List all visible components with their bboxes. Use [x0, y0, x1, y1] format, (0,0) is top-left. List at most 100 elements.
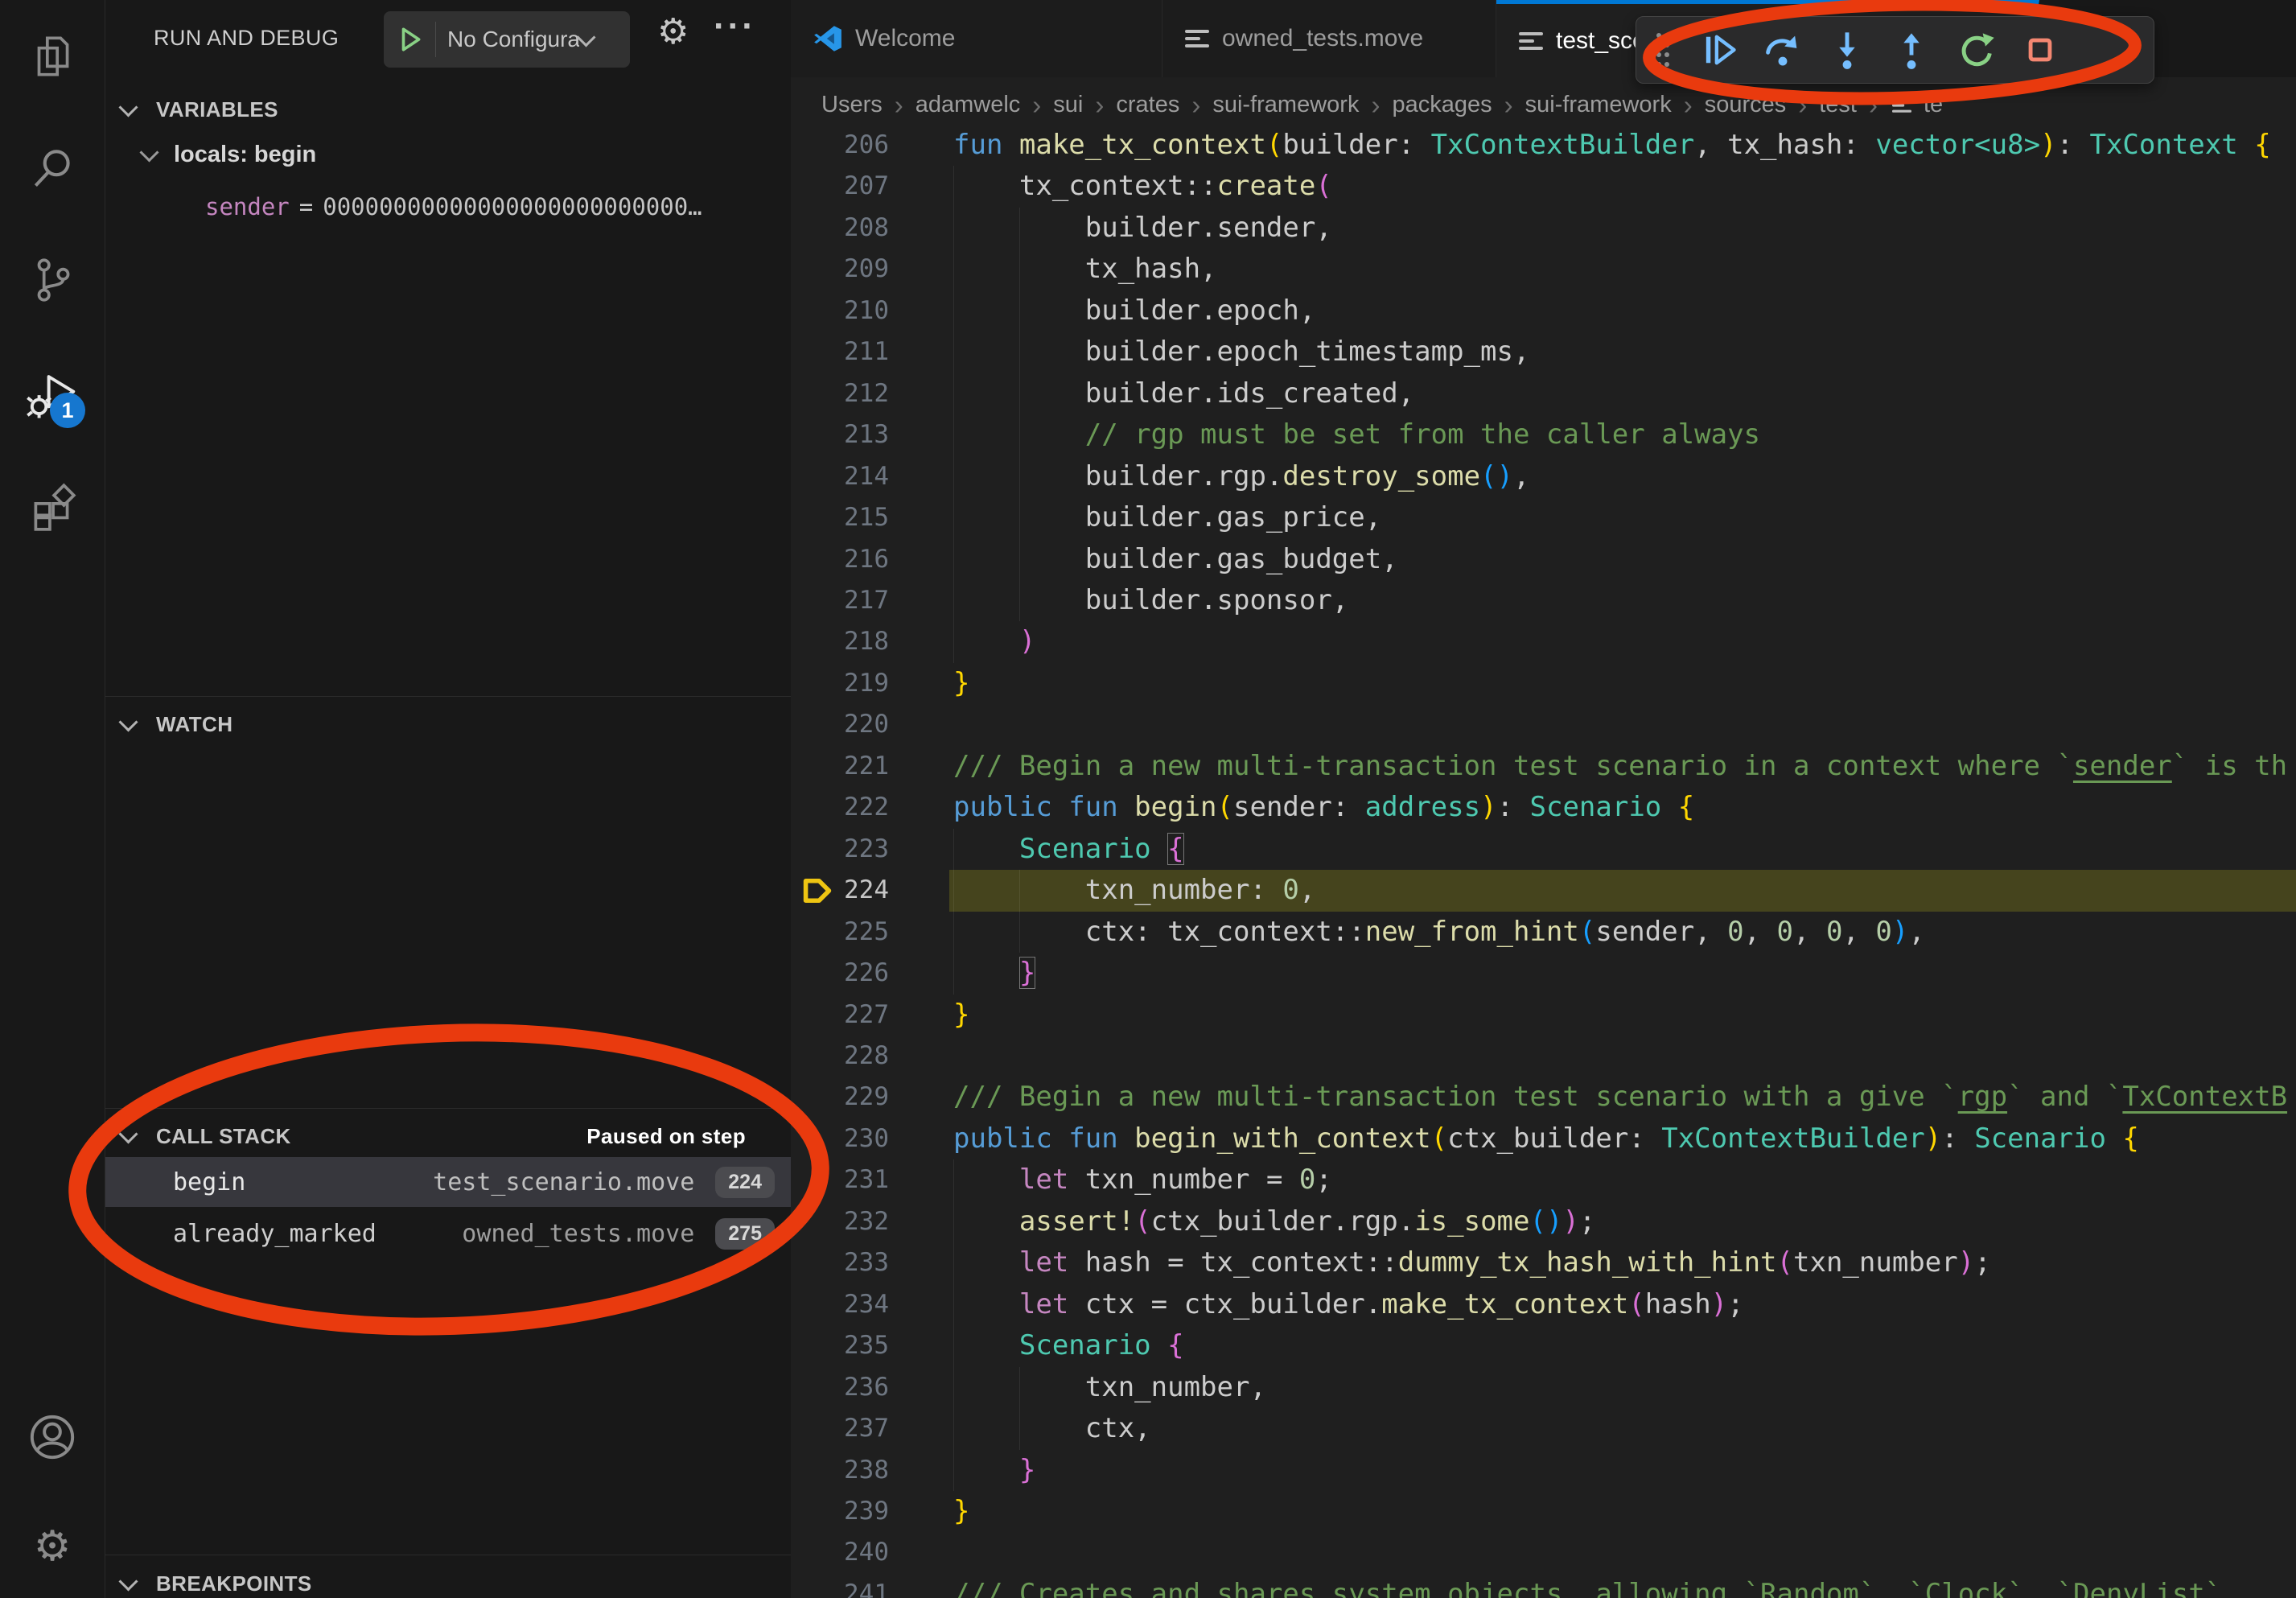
code-line-227[interactable]: 227}	[791, 995, 2296, 1036]
breadcrumb-item[interactable]: sources	[1705, 92, 1787, 118]
move-file-icon	[1185, 30, 1209, 47]
code-line-240[interactable]: 240	[791, 1532, 2296, 1573]
search-icon[interactable]	[0, 121, 105, 217]
code-line-212[interactable]: 212 builder.ids_created,	[791, 373, 2296, 414]
code-line-218[interactable]: 218 )	[791, 621, 2296, 662]
code-line-234[interactable]: 234 let ctx = ctx_builder.make_tx_contex…	[791, 1284, 2296, 1325]
stop-button[interactable]	[2018, 27, 2063, 72]
equals-sign: =	[290, 193, 323, 220]
breadcrumb-file[interactable]: te	[1890, 92, 1943, 118]
code-line-210[interactable]: 210 builder.epoch,	[791, 290, 2296, 332]
restart-button[interactable]	[1953, 27, 1998, 72]
code-line-217[interactable]: 217 builder.sponsor,	[791, 580, 2296, 621]
debug-settings-gear-icon[interactable]: ⚙	[657, 11, 689, 52]
code-line-211[interactable]: 211 builder.epoch_timestamp_ms,	[791, 332, 2296, 373]
toolbar-drag-handle[interactable]	[1649, 27, 1677, 72]
tab-owned-tests[interactable]: owned_tests.move	[1162, 0, 1496, 77]
variable-row-sender[interactable]: sender=00000000000000000000000000…	[205, 193, 702, 220]
call-stack-section-header[interactable]: CALL STACK Paused on step	[105, 1114, 791, 1159]
chevron-down-icon	[118, 1571, 138, 1591]
tab-label: owned_tests.move	[1222, 25, 1423, 52]
code-line-214[interactable]: 214 builder.rgp.destroy_some(),	[791, 456, 2296, 497]
continue-button[interactable]	[1696, 27, 1741, 72]
code-line-229[interactable]: 229/// Begin a new multi-transaction tes…	[791, 1077, 2296, 1118]
breadcrumb-item[interactable]: Users	[821, 92, 883, 118]
tab-welcome[interactable]: Welcome	[791, 0, 1162, 77]
code-line-219[interactable]: 219}	[791, 663, 2296, 704]
code-text: builder.rgp.destroy_some(),	[953, 456, 1529, 497]
breadcrumb-separator: ›	[895, 90, 903, 121]
step-over-icon	[1762, 29, 1804, 71]
explorer-icon[interactable]	[0, 8, 105, 105]
code-line-222[interactable]: 222public fun begin(sender: address): Sc…	[791, 787, 2296, 828]
breadcrumb-item[interactable]: sui	[1053, 92, 1083, 118]
code-line-224[interactable]: 224 txn_number: 0,	[791, 870, 2296, 911]
code-line-239[interactable]: 239}	[791, 1491, 2296, 1532]
breadcrumb-item[interactable]: sui-framework	[1525, 92, 1672, 118]
code-text: builder.gas_price,	[953, 497, 1381, 538]
line-number: 229	[791, 1077, 889, 1118]
code-line-208[interactable]: 208 builder.sender,	[791, 208, 2296, 249]
source-control-icon[interactable]	[0, 232, 105, 328]
code-editor[interactable]: 206fun make_tx_context(builder: TxContex…	[791, 125, 2296, 1598]
breadcrumb-item[interactable]: test	[1819, 92, 1857, 118]
code-line-237[interactable]: 237 ctx,	[791, 1408, 2296, 1449]
code-line-221[interactable]: 221/// Begin a new multi-transaction tes…	[791, 746, 2296, 787]
run-and-debug-icon[interactable]: 1	[0, 346, 105, 443]
start-debug-icon[interactable]	[397, 26, 424, 53]
code-line-228[interactable]: 228	[791, 1036, 2296, 1077]
step-out-button[interactable]	[1889, 27, 1934, 72]
breakpoints-section-header[interactable]: BREAKPOINTS	[105, 1561, 791, 1598]
stack-frame-already-marked[interactable]: already_marked owned_tests.move 275	[105, 1209, 791, 1258]
code-line-230[interactable]: 230public fun begin_with_context(ctx_bui…	[791, 1118, 2296, 1159]
code-line-223[interactable]: 223 Scenario {	[791, 829, 2296, 870]
breadcrumb-item[interactable]: sui-framework	[1212, 92, 1359, 118]
code-line-235[interactable]: 235 Scenario {	[791, 1325, 2296, 1366]
code-text: ctx: tx_context::new_from_hint(sender, 0…	[953, 912, 1925, 953]
code-line-213[interactable]: 213 // rgp must be set from the caller a…	[791, 414, 2296, 455]
settings-gear-icon[interactable]: ⚙	[0, 1498, 105, 1595]
breadcrumb-separator: ›	[1371, 90, 1380, 121]
code-text: tx_hash,	[953, 249, 1217, 290]
code-line-233[interactable]: 233 let hash = tx_context::dummy_tx_hash…	[791, 1242, 2296, 1283]
code-line-238[interactable]: 238 }	[791, 1450, 2296, 1491]
code-text: fun make_tx_context(builder: TxContextBu…	[953, 125, 2271, 166]
extensions-squares-icon	[26, 480, 79, 533]
line-number: 236	[791, 1367, 889, 1408]
code-line-236[interactable]: 236 txn_number,	[791, 1367, 2296, 1408]
code-text: public fun begin_with_context(ctx_builde…	[953, 1118, 2139, 1159]
variables-section-header[interactable]: VARIABLES	[105, 87, 791, 132]
extensions-icon[interactable]	[0, 459, 105, 555]
code-line-207[interactable]: 207 tx_context::create(	[791, 166, 2296, 207]
step-over-button[interactable]	[1760, 27, 1805, 72]
more-actions-icon[interactable]: ···	[714, 6, 756, 47]
launch-configuration-dropdown[interactable]: No Configura	[384, 11, 630, 68]
code-text: builder.sponsor,	[953, 580, 1348, 621]
code-line-225[interactable]: 225 ctx: tx_context::new_from_hint(sende…	[791, 912, 2296, 953]
line-number: 225	[791, 912, 889, 953]
accounts-icon[interactable]	[0, 1389, 105, 1485]
code-line-232[interactable]: 232 assert!(ctx_builder.rgp.is_some());	[791, 1201, 2296, 1242]
watch-section-header[interactable]: WATCH	[105, 702, 791, 747]
breadcrumb-item[interactable]: adamwelc	[916, 92, 1021, 118]
code-line-216[interactable]: 216 builder.gas_budget,	[791, 539, 2296, 580]
code-line-220[interactable]: 220	[791, 704, 2296, 745]
code-text: builder.ids_created,	[953, 373, 1414, 414]
step-into-button[interactable]	[1825, 27, 1870, 72]
breadcrumb-separator: ›	[1032, 90, 1041, 121]
code-line-226[interactable]: 226 }	[791, 953, 2296, 994]
breadcrumb-item[interactable]: packages	[1392, 92, 1492, 118]
breadcrumb-item[interactable]: crates	[1116, 92, 1179, 118]
tab-label: Welcome	[855, 25, 955, 52]
account-person-icon	[24, 1409, 80, 1465]
stack-frame-begin[interactable]: begin test_scenario.move 224	[105, 1157, 791, 1207]
chevron-down-icon	[576, 27, 595, 47]
code-line-209[interactable]: 209 tx_hash,	[791, 249, 2296, 290]
line-number: 226	[791, 953, 889, 994]
code-line-206[interactable]: 206fun make_tx_context(builder: TxContex…	[791, 125, 2296, 166]
code-line-231[interactable]: 231 let txn_number = 0;	[791, 1159, 2296, 1201]
code-line-215[interactable]: 215 builder.gas_price,	[791, 497, 2296, 538]
code-line-241[interactable]: 241/// Creates and shares system objects…	[791, 1574, 2296, 1598]
scope-locals-row[interactable]: locals: begin	[142, 142, 316, 168]
line-number: 233	[791, 1242, 889, 1283]
